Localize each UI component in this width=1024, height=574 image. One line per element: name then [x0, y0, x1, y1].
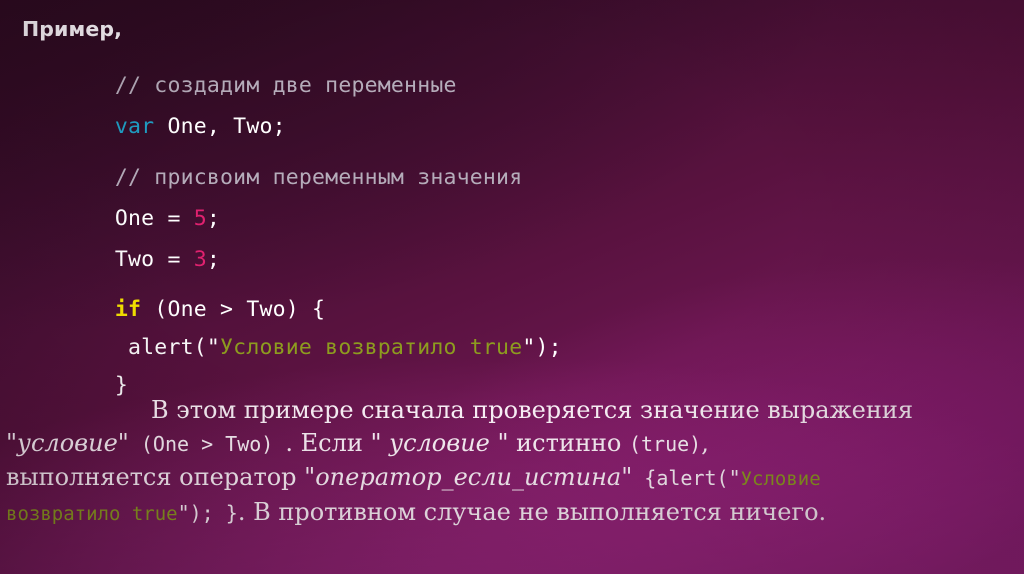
semicolon: ; — [206, 247, 221, 272]
term-uslovie-1: условие — [17, 429, 118, 457]
explanation-paragraph: В этом примере сначала проверяется значе… — [0, 394, 1024, 531]
inline-string-part-2: возвратило true — [6, 503, 178, 525]
term-operator-if-true: оператор_если_истина — [315, 463, 622, 491]
paragraph-line-2-mid: . Если " — [285, 429, 390, 457]
code-block: // создадим две переменные var One, Two;… — [0, 0, 1024, 398]
assign-two-lhs: Two = — [114, 247, 194, 272]
quote-close: " — [117, 429, 129, 457]
paragraph-line-1: В этом примере сначала проверяется значе… — [0, 394, 1024, 427]
string-literal: Условие возвратило true — [220, 335, 523, 360]
inline-code-alert-close: "); } — [177, 501, 238, 525]
var-names: One, Two; — [154, 114, 286, 139]
quote-close: " — [621, 463, 633, 491]
number-literal-3: 3 — [193, 247, 207, 272]
paragraph-line-3-lead: выполняется оператор " — [6, 463, 316, 491]
paragraph-line-2: "условие" (One > Two) . Если " условие "… — [0, 427, 1024, 461]
inline-code-condition: (One > Two) — [128, 432, 286, 456]
inline-code-alert-open: {alert(" — [632, 466, 741, 490]
inline-code-true: (true) — [628, 432, 702, 456]
paragraph-line-4-tail: . В противном случае не выполняется ниче… — [237, 498, 827, 526]
paragraph-line-1-text: В этом примере сначала проверяется значе… — [151, 396, 913, 424]
quote-open: " — [6, 429, 18, 457]
keyword-var: var — [114, 114, 155, 139]
alert-call-open: alert(" — [114, 335, 221, 360]
term-uslovie-2: условие — [389, 429, 490, 457]
paragraph-line-4: возвратило true"); }. В противном случае… — [0, 496, 1024, 531]
paragraph-line-2-tail: , — [701, 429, 709, 457]
paragraph-line-3: выполняется оператор "оператор_если_исти… — [0, 461, 1024, 496]
inline-string-part-1: Условие — [740, 468, 821, 490]
paragraph-line-2-after: " истинно — [489, 429, 629, 457]
slide-canvas: Пример, // создадим две переменные var O… — [0, 0, 1024, 574]
alert-call-close: "); — [522, 335, 562, 360]
